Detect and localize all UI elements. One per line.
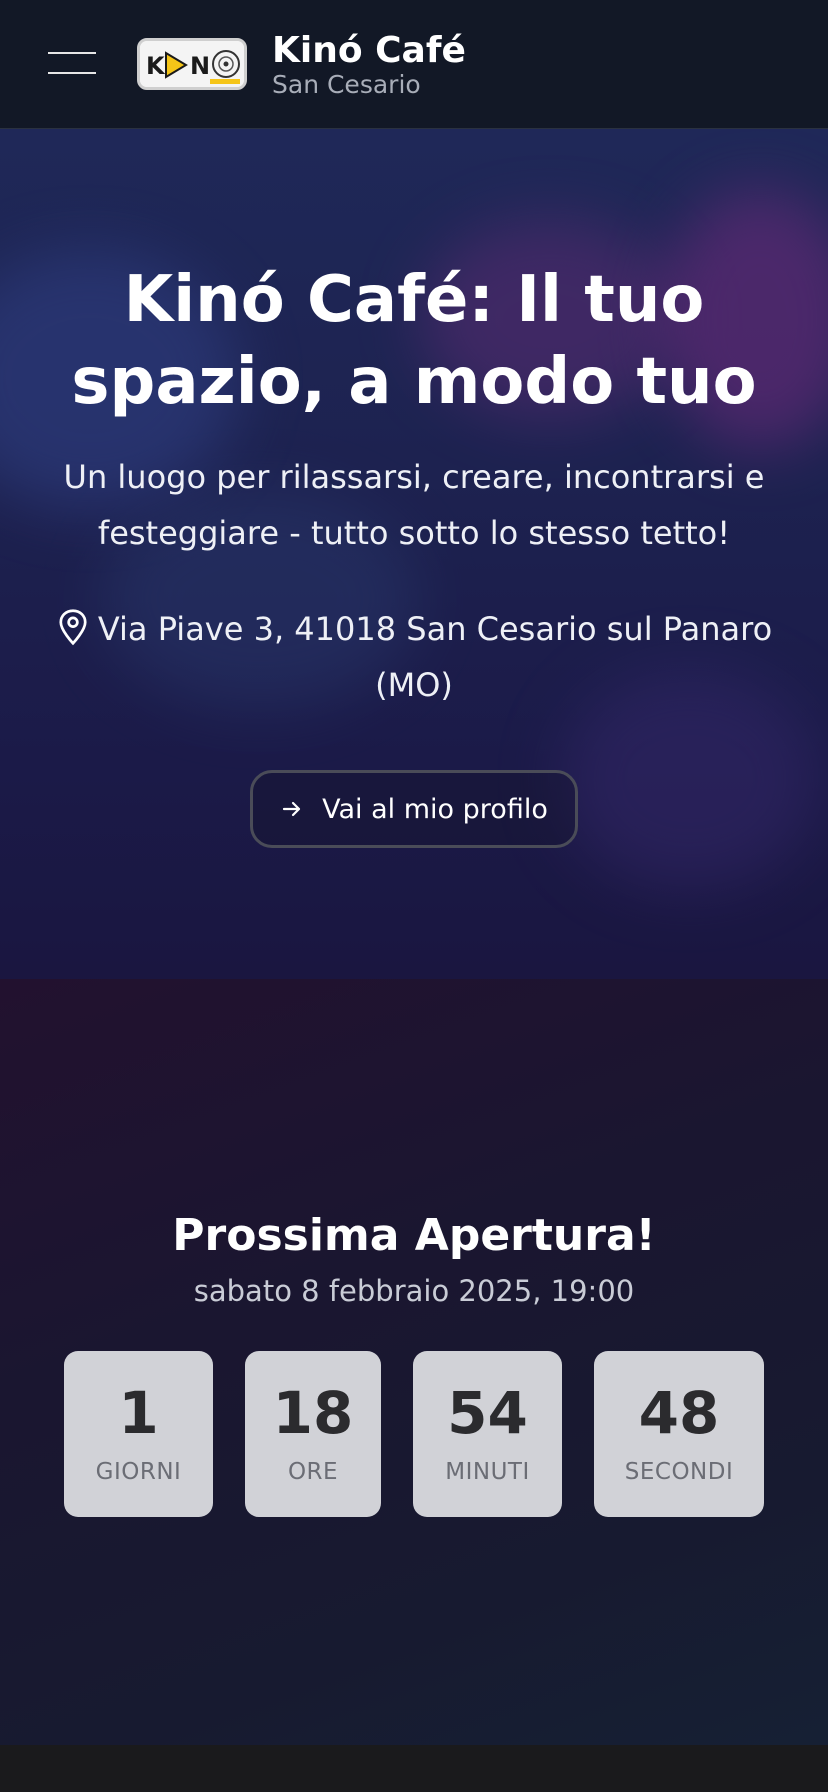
countdown-label: GIORNI (95, 1459, 182, 1485)
countdown-value: 48 (638, 1379, 720, 1447)
countdown-label: SECONDI (624, 1459, 734, 1485)
menu-line (48, 52, 96, 54)
countdown-minutes: 54 MINUTI (413, 1351, 562, 1517)
footer-strip (0, 1745, 828, 1792)
hero-subtitle-line: Un luogo per rilassarsi, creare, incontr… (63, 458, 765, 496)
hero-address: Via Piave 3, 41018 San Cesario sul Panar… (50, 601, 778, 713)
countdown-value: 18 (272, 1379, 354, 1447)
countdown-hours: 18 ORE (245, 1351, 381, 1517)
top-header: K N Kinó Café San Cesario (0, 0, 828, 129)
map-pin-icon (59, 609, 87, 646)
countdown-seconds: 48 SECONDI (594, 1351, 764, 1517)
countdown-value: 1 (118, 1379, 159, 1447)
svg-text:N: N (190, 52, 210, 80)
countdown-section: Prossima Apertura! sabato 8 febbraio 202… (0, 979, 828, 1745)
svg-text:K: K (146, 52, 166, 80)
profile-button-label: Vai al mio profilo (322, 793, 548, 825)
hero-title-line: spazio, a modo tuo (71, 345, 757, 419)
brand-subtitle: San Cesario (272, 70, 421, 99)
address-line: (MO) (375, 666, 453, 704)
hamburger-menu-icon[interactable] (48, 52, 96, 74)
brand-title: Kinó Café (272, 30, 466, 71)
profile-button[interactable]: Vai al mio profilo (250, 770, 578, 848)
countdown-days: 1 GIORNI (64, 1351, 213, 1517)
countdown-title: Prossima Apertura! (172, 1210, 656, 1261)
countdown-value: 54 (447, 1379, 528, 1447)
countdown-date: sabato 8 febbraio 2025, 19:00 (193, 1274, 635, 1308)
countdown-label: ORE (287, 1459, 339, 1485)
hero-content: Kinó Café: Il tuo spazio, a modo tuo Un … (0, 129, 828, 979)
hero-title: Kinó Café: Il tuo spazio, a modo tuo (40, 259, 788, 423)
arrow-right-icon (283, 801, 301, 817)
kino-logo[interactable]: K N (137, 38, 247, 90)
hero-subtitle-line: festeggiare - tutto sotto lo stesso tett… (97, 514, 731, 552)
hero-title-line: Kinó Café: Il tuo (123, 263, 705, 337)
logo-graphic: K N (140, 41, 244, 87)
address-text: Via Piave 3, 41018 San Cesario sul Panar… (97, 610, 773, 648)
menu-line (48, 72, 96, 74)
address-line: Via Piave 3, 41018 San Cesario sul Panar… (50, 601, 778, 657)
hero-subtitle: Un luogo per rilassarsi, creare, incontr… (50, 449, 778, 561)
hero-section: Kinó Café: Il tuo spazio, a modo tuo Un … (0, 129, 828, 979)
countdown-label: MINUTI (445, 1459, 530, 1485)
